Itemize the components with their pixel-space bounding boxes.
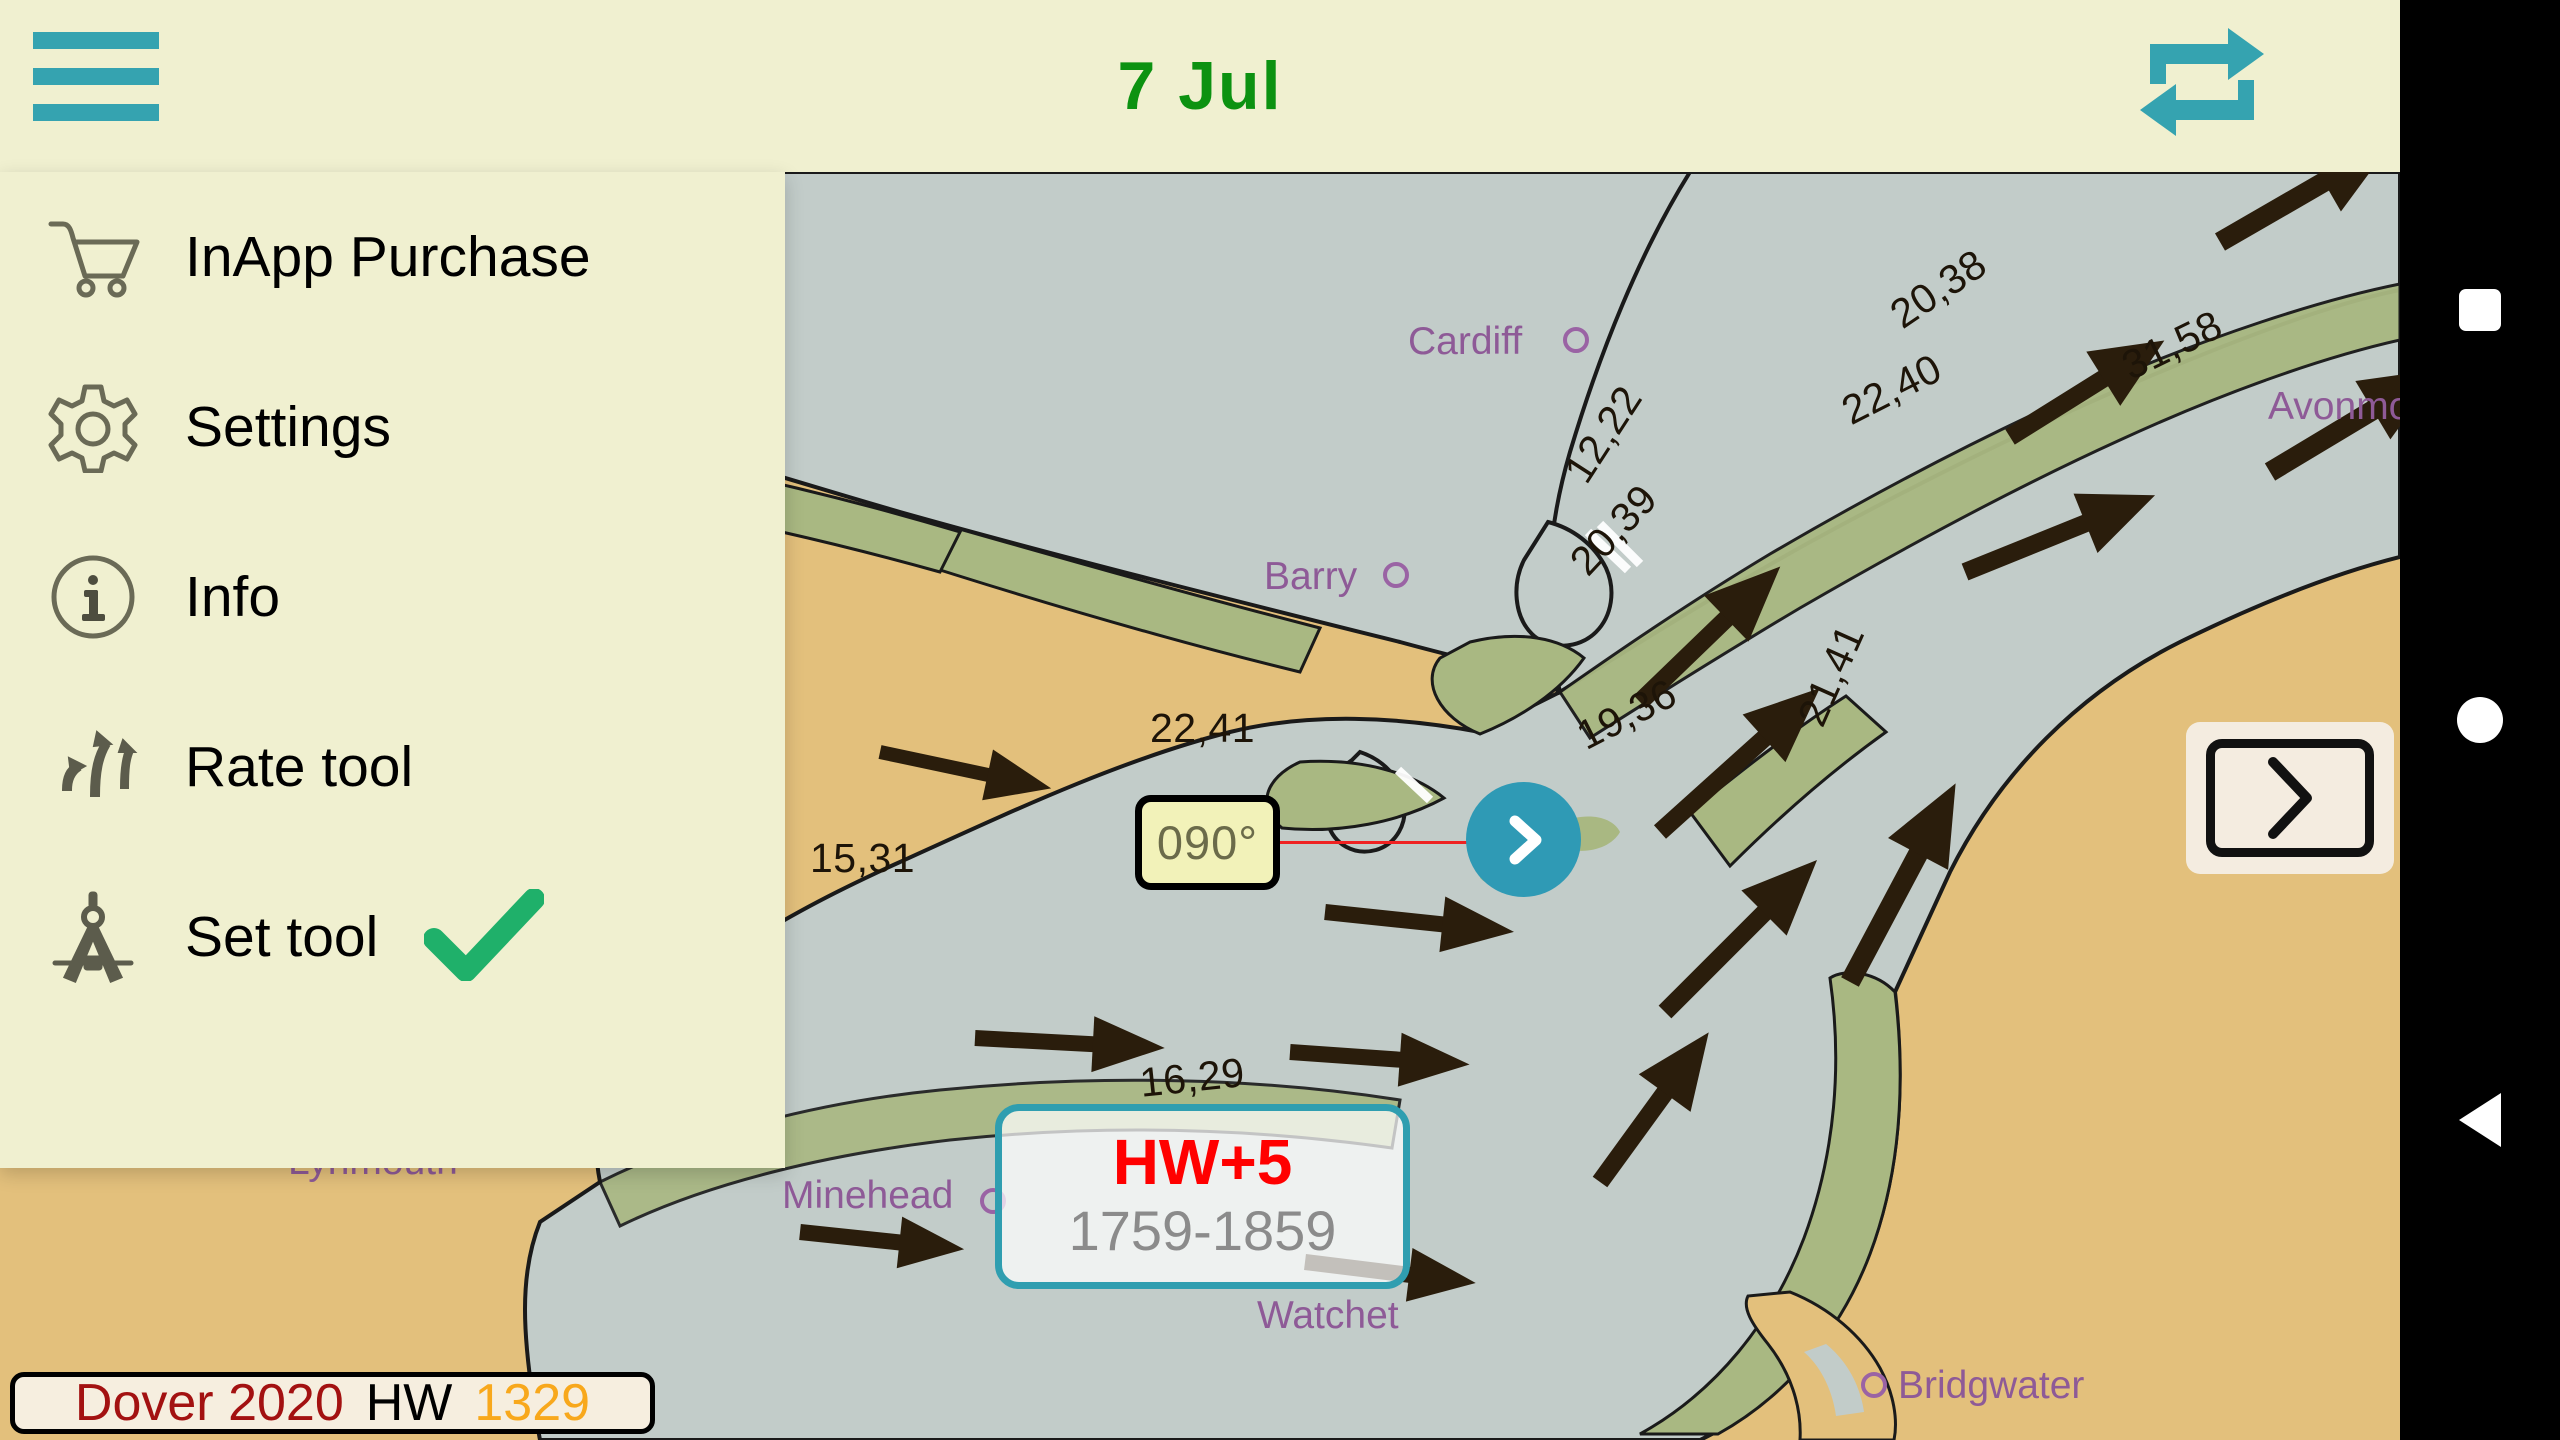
tide-phase-title: HW+5 <box>1112 1126 1293 1199</box>
place-label: Avonmouth <box>2268 385 2400 428</box>
place-marker-icon <box>1563 327 1589 353</box>
next-hour-button[interactable] <box>2186 722 2394 874</box>
gear-icon <box>0 381 185 473</box>
place-label: Minehead <box>782 1174 954 1217</box>
tidal-rate-label: 15,31 <box>810 835 916 881</box>
tide-phase-range: 1759-1859 <box>1068 1198 1337 1262</box>
next-hour-button-frame <box>2206 739 2374 857</box>
back-button[interactable] <box>2400 1060 2560 1180</box>
drawer-item-settings[interactable]: Settings <box>0 342 785 512</box>
drawer-item-label: Info <box>185 565 281 629</box>
status-port: Dover 2020 <box>74 1374 344 1432</box>
status-time: 1329 <box>474 1374 591 1432</box>
drawer-item-info[interactable]: Info <box>0 512 785 682</box>
drawer-item-rate-tool[interactable]: Rate tool <box>0 682 785 852</box>
place-marker-icon <box>1383 562 1409 588</box>
swap-arrows-glyph <box>2140 28 2264 136</box>
recents-button[interactable] <box>2400 250 2560 370</box>
drawer-item-label: Rate tool <box>185 735 414 799</box>
set-tool-bearing-value: 090° <box>1156 816 1259 869</box>
drawer-item-set-tool[interactable]: Set tool <box>0 852 785 1022</box>
circle-icon <box>2457 697 2503 743</box>
place-label: Barry <box>1264 555 1358 598</box>
rate-arrows-icon <box>0 724 185 810</box>
tidal-rate-label: 22,41 <box>1150 705 1256 751</box>
chevron-right-icon <box>1509 815 1541 864</box>
place-label: Watchet <box>1257 1294 1399 1337</box>
shopping-cart-icon <box>0 214 185 300</box>
place-label: Bridgwater <box>1898 1364 2085 1407</box>
dividers-icon <box>0 889 185 985</box>
status-chip[interactable]: Dover 2020 HW 1329 <box>10 1372 655 1434</box>
home-button[interactable] <box>2400 660 2560 780</box>
drawer-item-label: Settings <box>185 395 391 459</box>
navigation-drawer: InApp Purchase Settings Info Rate tool S… <box>0 172 785 1168</box>
chevron-right-icon <box>2268 757 2312 839</box>
drawer-item-label: Set tool <box>185 905 379 969</box>
status-label: HW <box>365 1374 453 1432</box>
set-tool-bearing-box[interactable]: 090° <box>1135 795 1280 890</box>
screen: 12,22 20,39 20,38 22,40 31,58 19,36 21,41 22,41… <box>0 0 2560 1440</box>
android-nav-bar <box>2400 0 2560 1440</box>
app-viewport: 12,22 20,39 20,38 22,40 31,58 19,36 21,41 22,41… <box>0 0 2400 1440</box>
page-title: 7 Jul <box>1117 48 1283 124</box>
place-marker-icon <box>1861 1372 1887 1398</box>
square-icon <box>2459 289 2501 331</box>
tide-phase-tooltip[interactable]: HW+5 1759-1859 <box>995 1104 1410 1289</box>
drawer-item-label: InApp Purchase <box>185 225 591 289</box>
swap-arrows-icon[interactable] <box>2132 22 2272 142</box>
set-tool-check-icon <box>423 887 546 986</box>
drawer-item-inapp-purchase[interactable]: InApp Purchase <box>0 172 785 342</box>
top-bar: 7 Jul <box>0 0 2400 172</box>
info-circle-icon <box>0 552 185 642</box>
place-label: Cardiff <box>1408 320 1523 363</box>
set-tool-handle[interactable] <box>1466 782 1581 897</box>
triangle-left-icon <box>2459 1093 2501 1147</box>
